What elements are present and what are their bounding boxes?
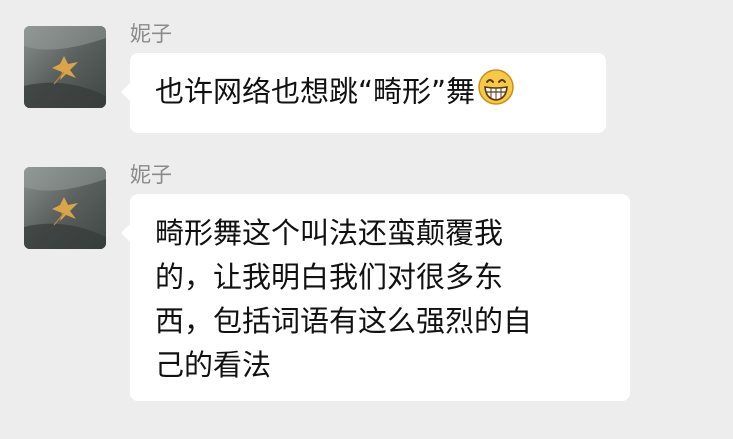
- sender-name: 妮子: [130, 22, 172, 46]
- grinning-face-icon: [477, 68, 515, 115]
- avatar[interactable]: [24, 26, 106, 108]
- message-text-line: 畸形舞这个叫法还蛮颠覆我: [155, 216, 504, 250]
- message-text: 也许网络也想跳“畸形”舞: [155, 74, 476, 109]
- sender-name: 妮子: [130, 163, 172, 187]
- message-bubble[interactable]: 也许网络也想跳“畸形”舞: [121, 53, 606, 133]
- message-bubble[interactable]: 畸形舞这个叫法还蛮颠覆我 的，让我明白我们对很多东 西，包括词语有这么强烈的自 …: [121, 194, 630, 401]
- avatar-image: [24, 167, 106, 249]
- message-text-line: 西，包括词语有这么强烈的自: [155, 304, 533, 338]
- avatar[interactable]: [24, 167, 106, 249]
- avatar-image: [24, 26, 106, 108]
- chat-window: 妮子 也许网络也想跳“畸形”舞 妮子 畸形舞这个叫法还蛮颠覆我 的，让我明白我们…: [0, 0, 733, 439]
- message-text-line: 的，让我明白我们对很多东: [155, 260, 504, 294]
- message-text-line: 己的看法: [155, 348, 272, 382]
